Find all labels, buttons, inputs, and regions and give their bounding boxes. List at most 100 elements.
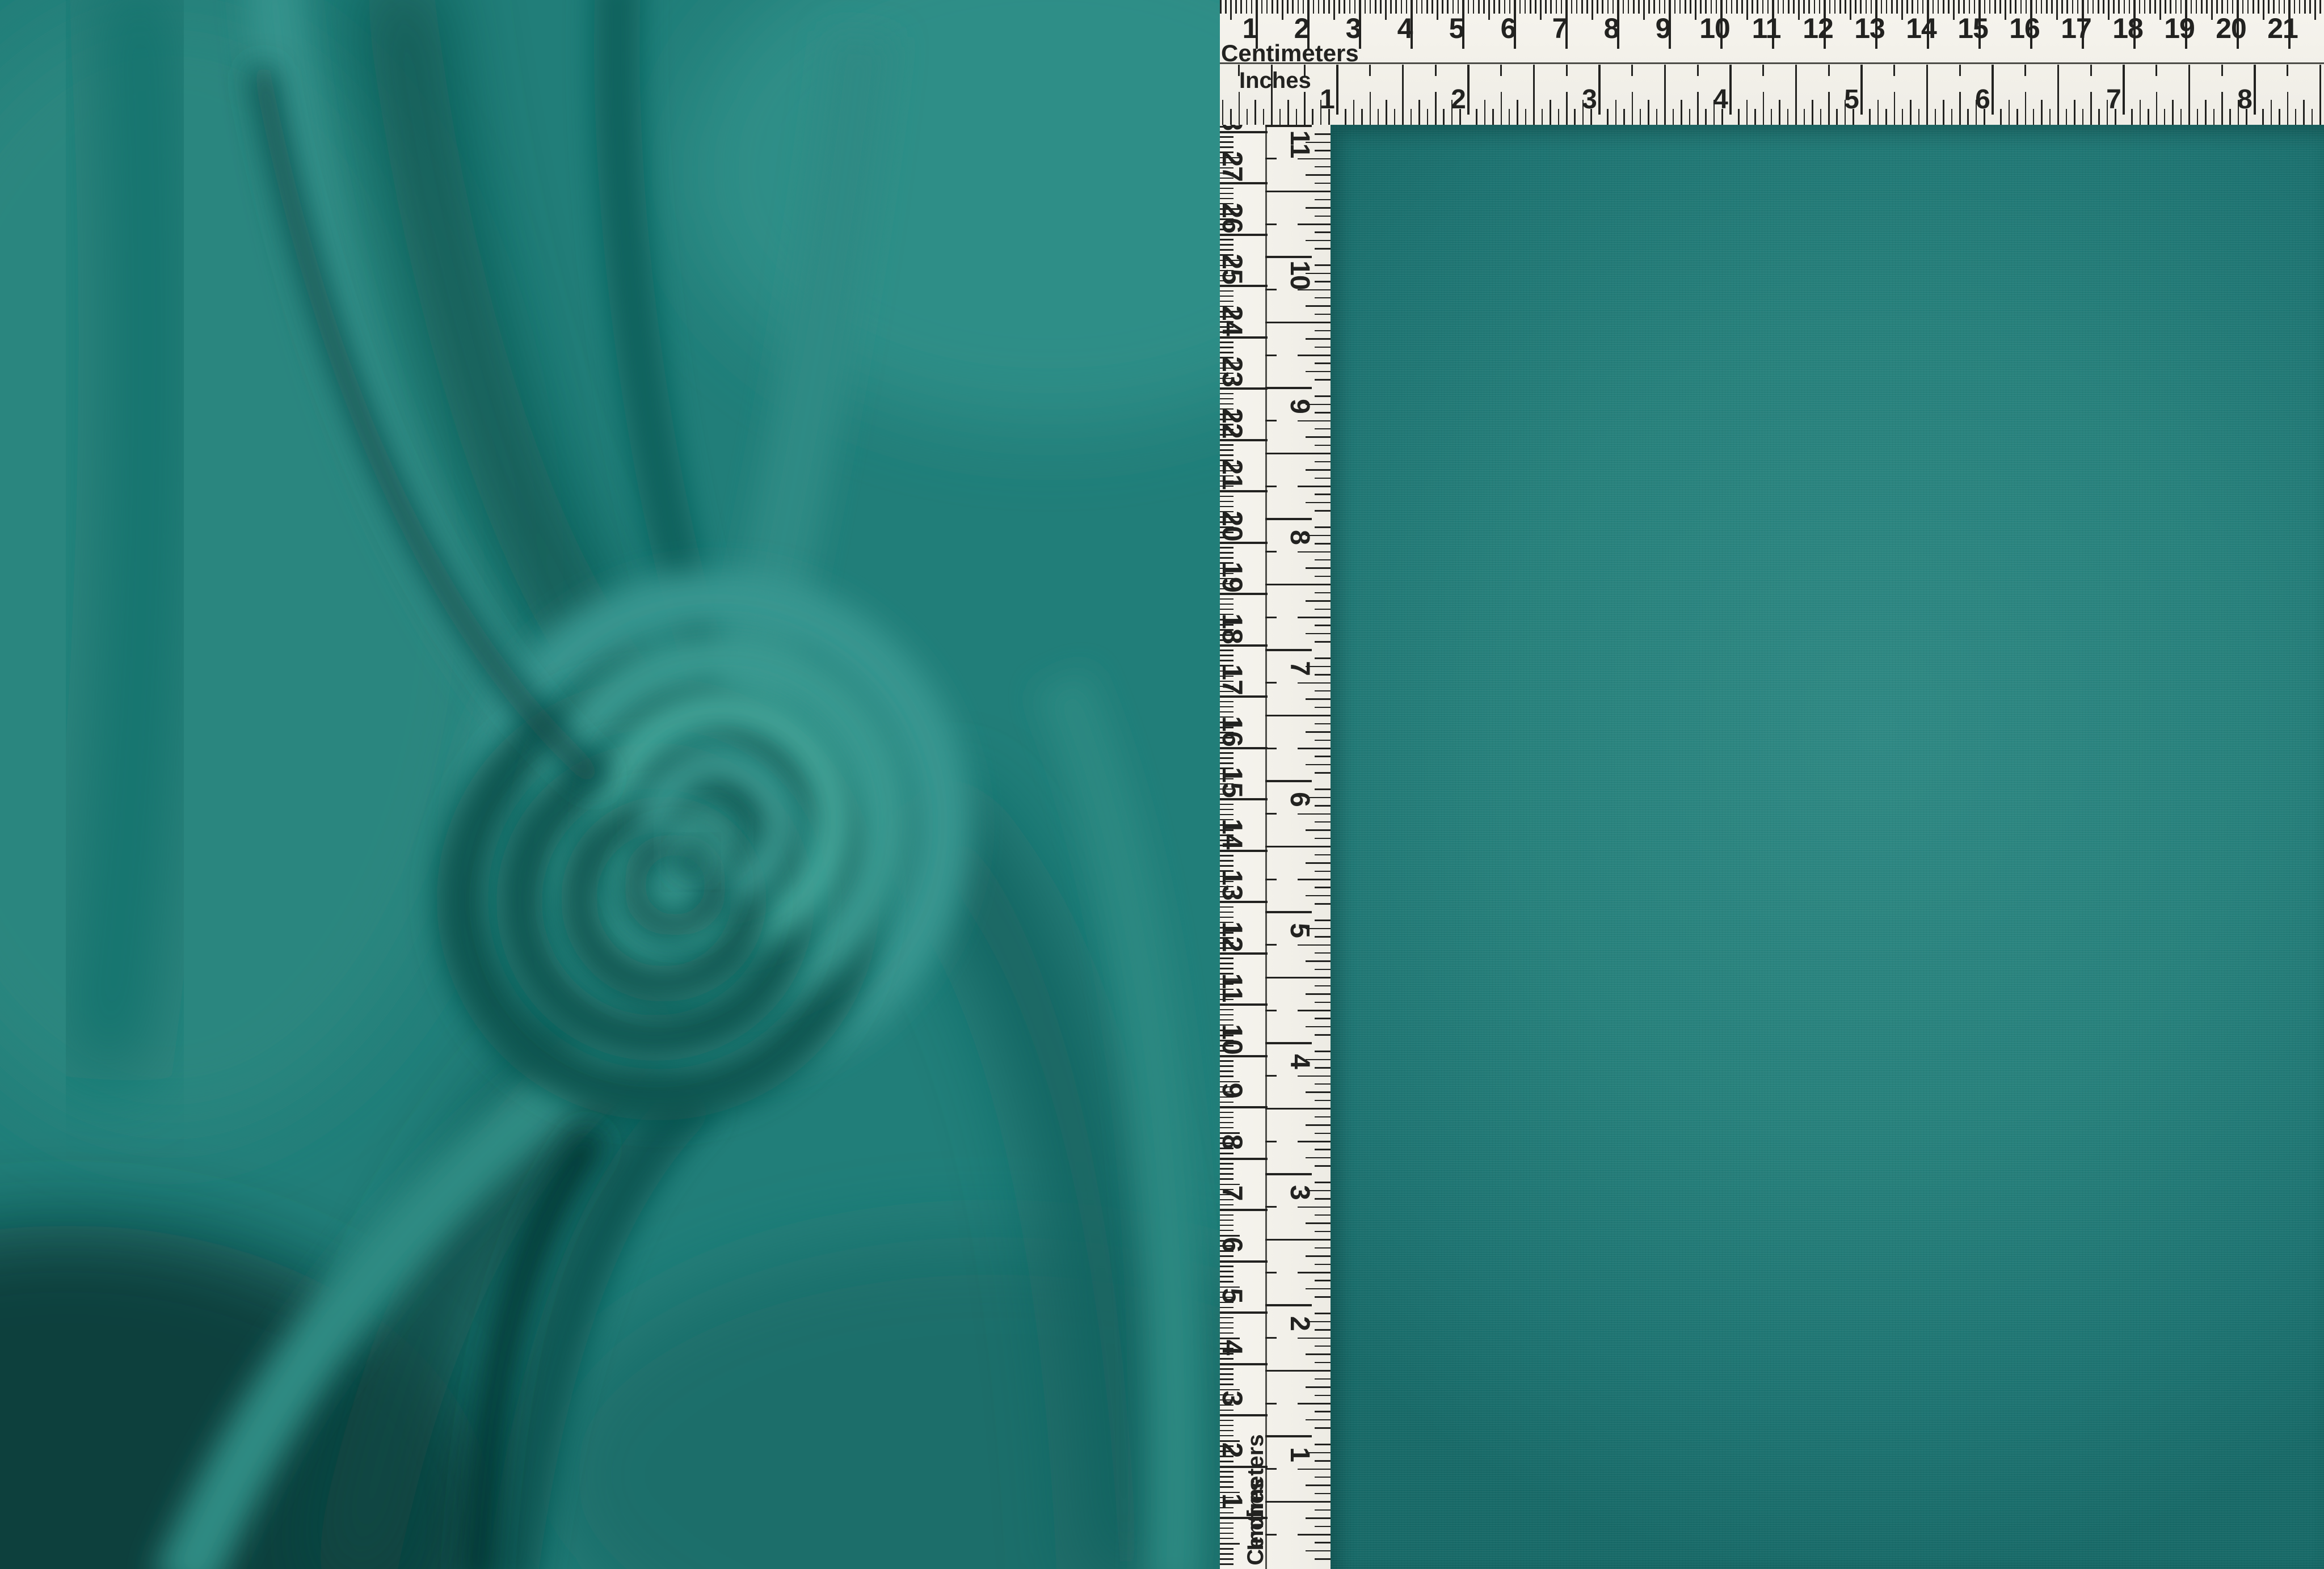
- inch-sub-tick: [1304, 65, 1306, 76]
- inch-comb-tick: [1315, 592, 1331, 594]
- inch-sub-tick: [1265, 846, 1288, 847]
- inch-sub-tick: [1265, 420, 1277, 421]
- inch-comb-tick: [2107, 100, 2108, 125]
- inch-comb-tick: [1648, 100, 1649, 125]
- inch-sub-tick: [1828, 65, 1830, 76]
- inch-comb-tick: [1306, 1484, 1331, 1486]
- inch-comb-tick: [1315, 231, 1331, 233]
- inch-comb-tick: [1315, 1264, 1331, 1266]
- inch-comb-tick: [1315, 1067, 1331, 1069]
- inch-comb-tick: [1787, 109, 1789, 125]
- inch-comb-tick: [1298, 355, 1331, 356]
- inch-comb-tick: [1845, 100, 1846, 125]
- inch-sub-tick: [1265, 1206, 1277, 1208]
- inch-comb-tick: [1828, 92, 1830, 125]
- inch-comb-tick: [1315, 445, 1331, 446]
- cm-mm-tick: [1881, 0, 1883, 14]
- cm-mm-tick: [1803, 0, 1805, 14]
- inch-comb-tick: [1288, 1370, 1331, 1372]
- cm-mm-tick: [1442, 0, 1443, 14]
- cm-mm-tick: [1933, 0, 1934, 14]
- inch-comb-tick: [1315, 1231, 1331, 1233]
- inch-sub-tick: [1265, 748, 1277, 749]
- cm-mm-tick: [1251, 0, 1253, 14]
- inch-comb-tick: [1306, 829, 1331, 831]
- cm-mm-tick: [1318, 0, 1320, 14]
- inch-comb-tick: [1306, 142, 1331, 144]
- inch-comb-tick: [1315, 952, 1331, 954]
- cm-mm-tick: [1705, 0, 1707, 14]
- inch-comb-tick: [1298, 1469, 1331, 1470]
- cm-mm-tick: [1974, 0, 1976, 14]
- inch-sub-tick: [1762, 65, 1764, 76]
- inch-comb-tick: [1315, 985, 1331, 987]
- cm-mm-tick: [1370, 0, 1371, 14]
- inch-comb-tick: [1306, 207, 1331, 209]
- swirl-center: [462, 598, 943, 1095]
- inch-comb-tick: [1315, 1214, 1331, 1216]
- cm-mm-tick: [1969, 0, 1971, 14]
- inch-comb-tick: [1288, 715, 1331, 716]
- inch-comb-tick: [2246, 109, 2247, 125]
- cm-mm-tick: [1225, 0, 1227, 14]
- cm-mm-tick: [2273, 0, 2275, 14]
- inch-comb-tick: [1306, 240, 1331, 242]
- inch-comb-tick: [1315, 297, 1331, 299]
- inch-comb-tick: [1943, 100, 1944, 125]
- inch-comb-tick: [1306, 1321, 1331, 1323]
- inch-comb-tick: [1288, 191, 1331, 192]
- cm-mm-tick: [1607, 0, 1609, 14]
- cm-mm-tick: [2072, 0, 2074, 14]
- inch-sub-tick: [1265, 1141, 1277, 1142]
- inch-comb-tick: [1664, 83, 1666, 125]
- inch-comb-tick: [2279, 109, 2280, 125]
- inch-comb-tick: [1967, 109, 1969, 125]
- inch-comb-tick: [1298, 223, 1331, 225]
- cm-mm-tick: [2098, 0, 2099, 14]
- inch-comb-tick: [1315, 920, 1331, 921]
- cm-mm-tick: [1628, 0, 1630, 14]
- cm-mm-tick: [1922, 0, 1924, 14]
- cm-mm-tick: [2309, 0, 2311, 14]
- inch-comb-tick: [2319, 83, 2321, 125]
- inch-comb-tick: [1315, 838, 1331, 840]
- inch-comb-tick: [1315, 657, 1331, 659]
- fabric-flat-swatch: [1331, 125, 2324, 1569]
- inch-comb-tick: [1315, 871, 1331, 872]
- cm-mm-tick: [1866, 0, 1867, 14]
- inch-sub-tick: [1265, 1239, 1288, 1241]
- inch-comb-tick: [1315, 756, 1331, 757]
- inch-comb-tick: [1315, 690, 1331, 692]
- inch-comb-tick: [1279, 109, 1281, 125]
- inch-comb-tick: [1315, 1346, 1331, 1347]
- cm-mm-tick: [1220, 1543, 1240, 1545]
- inch-number: 2: [1285, 1289, 1314, 1357]
- cm-mm-tick: [1674, 0, 1676, 14]
- fabric-swirl-photo: [0, 0, 1220, 1569]
- cm-mm-tick: [1483, 0, 1485, 14]
- cm-number: 21: [2249, 14, 2317, 43]
- cm-mm-tick: [1855, 0, 1856, 14]
- cm-mm-tick: [2113, 0, 2115, 14]
- inch-comb-tick: [2033, 109, 2035, 125]
- inch-comb-tick: [1590, 109, 1592, 125]
- inch-comb-tick: [1345, 109, 1346, 125]
- cm-mm-tick: [1365, 0, 1366, 14]
- inch-comb-tick: [1443, 109, 1445, 125]
- cm-mm-tick: [1509, 0, 1511, 14]
- inch-comb-tick: [1298, 617, 1331, 618]
- cm-mm-tick: [1380, 0, 1382, 14]
- inch-comb-tick: [1315, 1100, 1331, 1102]
- cm-mm-tick: [1741, 0, 1743, 14]
- inch-comb-tick: [1315, 1542, 1331, 1543]
- inch-sub-tick: [1566, 65, 1568, 76]
- inch-comb-tick: [1853, 109, 1854, 125]
- cm-mm-tick: [1762, 0, 1764, 14]
- inch-comb-tick: [1298, 1207, 1331, 1208]
- inch-comb-tick: [1315, 723, 1331, 725]
- inch-comb-tick: [1315, 478, 1331, 479]
- cm-mm-tick: [1261, 0, 1263, 14]
- inch-comb-tick: [1306, 1452, 1331, 1454]
- inch-comb-tick: [2131, 109, 2133, 125]
- inch-sub-tick: [1238, 65, 1240, 76]
